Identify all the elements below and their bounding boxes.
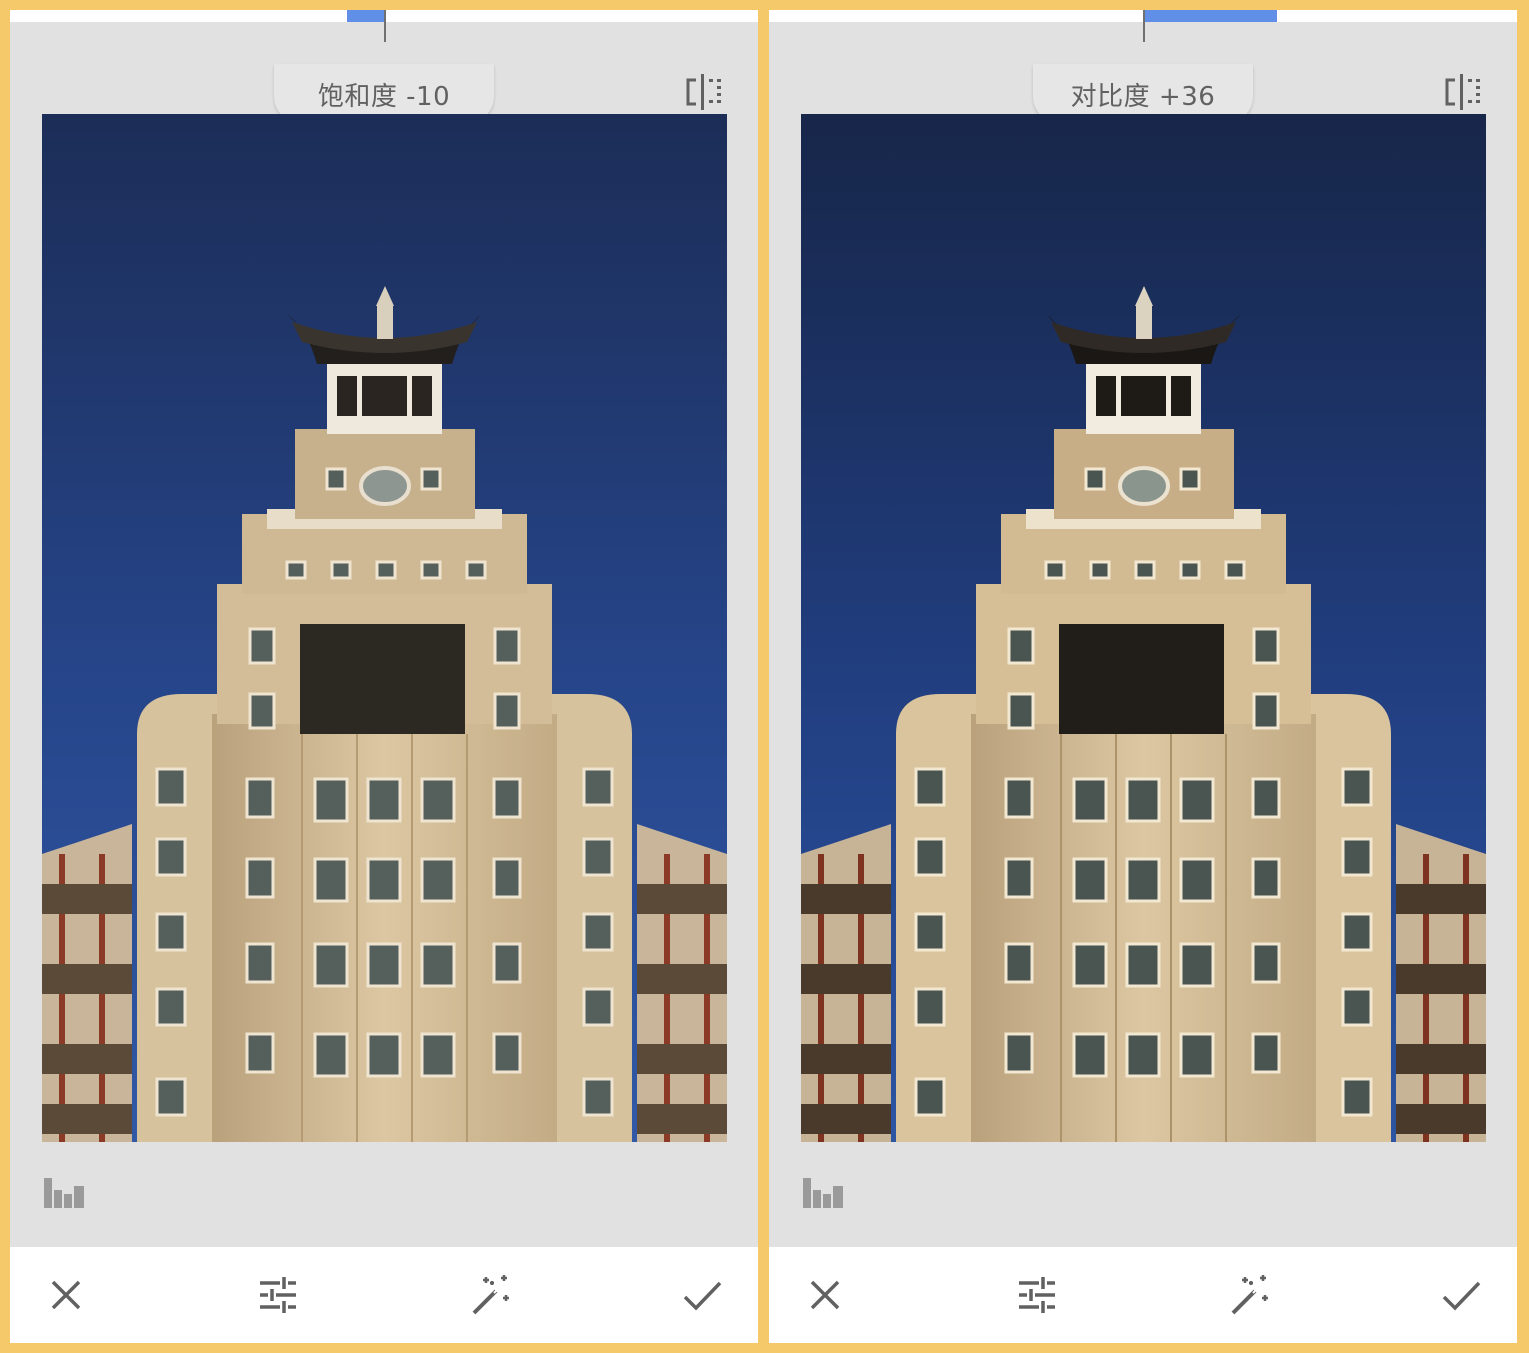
tune-icon [1019,1277,1055,1313]
auto-adjust-button[interactable] [1225,1271,1273,1319]
magic-wand-icon [1231,1275,1268,1315]
cancel-button[interactable] [42,1271,90,1319]
tune-icon [260,1277,296,1313]
photo-preview [801,114,1486,1142]
compare-icon[interactable] [1443,74,1483,110]
slider-fill [347,10,386,22]
slider-center-marker [1143,10,1145,42]
cancel-button[interactable] [801,1271,849,1319]
apply-button[interactable] [1437,1271,1485,1319]
editor-panel-saturation: 饱和度 -10 [10,10,758,1343]
compare-icon[interactable] [684,74,724,110]
auto-adjust-button[interactable] [466,1271,514,1319]
photo-preview [42,114,727,1142]
magic-wand-icon [472,1275,509,1315]
adjustment-label: 饱和度 -10 [317,82,451,112]
adjustment-slider[interactable] [10,10,758,42]
bottom-toolbar [769,1247,1517,1343]
tune-button[interactable] [254,1271,302,1319]
check-icon [1442,1281,1481,1311]
slider-fill [1143,10,1277,22]
building-photo [801,114,1486,1142]
slider-center-marker [384,10,386,42]
close-icon [810,1280,840,1310]
close-icon [51,1280,81,1310]
check-icon [683,1281,722,1311]
editor-panel-contrast: 对比度 +36 [769,10,1517,1343]
histogram-icon[interactable] [44,1176,88,1208]
adjustment-slider[interactable] [769,10,1517,42]
adjustment-label: 对比度 +36 [1070,82,1216,112]
bottom-toolbar [10,1247,758,1343]
apply-button[interactable] [678,1271,726,1319]
histogram-icon[interactable] [803,1176,847,1208]
building-photo [42,114,727,1142]
tune-button[interactable] [1013,1271,1061,1319]
